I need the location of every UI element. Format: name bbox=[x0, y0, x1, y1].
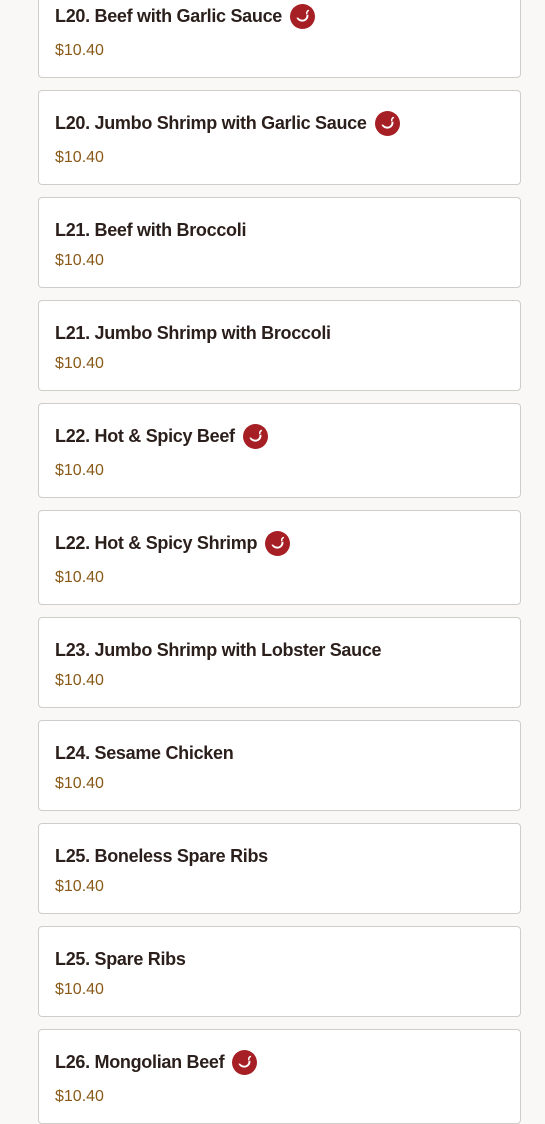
menu-item-price: $10.40 bbox=[55, 569, 104, 586]
menu-item-name: L21. Beef with Broccoli bbox=[55, 219, 247, 240]
menu-item-card[interactable]: L23. Jumbo Shrimp with Lobster Sauce $10… bbox=[38, 617, 521, 708]
menu-item-price: $10.40 bbox=[55, 355, 104, 372]
menu-item-price: $10.40 bbox=[55, 672, 104, 689]
menu-item-price: $10.40 bbox=[55, 775, 104, 792]
menu-item-list: L20. Beef with Garlic Sauce $10.40 L20. … bbox=[38, 0, 521, 1124]
menu-item-title-row: L21. Jumbo Shrimp with Broccoli bbox=[55, 318, 504, 348]
menu-item-card[interactable]: L25. Spare Ribs $10.40 bbox=[38, 926, 521, 1017]
menu-item-card[interactable]: L22. Hot & Spicy Shrimp $10.40 bbox=[38, 510, 521, 605]
menu-item-price: $10.40 bbox=[55, 981, 104, 998]
menu-item-card[interactable]: L21. Beef with Broccoli $10.40 bbox=[38, 197, 521, 288]
menu-item-name: L25. Boneless Spare Ribs bbox=[55, 845, 268, 866]
spicy-pepper-icon bbox=[242, 423, 268, 449]
menu-item-name: L25. Spare Ribs bbox=[55, 948, 186, 969]
menu-item-card[interactable]: L20. Beef with Garlic Sauce $10.40 bbox=[38, 0, 521, 78]
menu-item-card[interactable]: L22. Hot & Spicy Beef $10.40 bbox=[38, 403, 521, 498]
menu-item-name: L20. Beef with Garlic Sauce bbox=[55, 5, 282, 26]
menu-item-title-row: L21. Beef with Broccoli bbox=[55, 215, 504, 245]
menu-item-title-row: L25. Boneless Spare Ribs bbox=[55, 841, 504, 871]
menu-item-price: $10.40 bbox=[55, 149, 104, 166]
menu-item-title-row: L25. Spare Ribs bbox=[55, 944, 504, 974]
menu-item-name: L22. Hot & Spicy Shrimp bbox=[55, 532, 258, 553]
spicy-pepper-icon bbox=[290, 3, 315, 29]
menu-item-title-row: L20. Jumbo Shrimp with Garlic Sauce bbox=[55, 108, 504, 138]
menu-item-title-row: L23. Jumbo Shrimp with Lobster Sauce bbox=[55, 635, 504, 665]
menu-item-name: L24. Sesame Chicken bbox=[55, 742, 234, 763]
menu-item-title-row: L22. Hot & Spicy Beef bbox=[55, 421, 504, 451]
menu-item-name: L23. Jumbo Shrimp with Lobster Sauce bbox=[55, 639, 382, 660]
menu-item-title-row: L22. Hot & Spicy Shrimp bbox=[55, 528, 504, 558]
menu-item-price: $10.40 bbox=[55, 462, 104, 479]
menu-item-price: $10.40 bbox=[55, 252, 104, 269]
spicy-pepper-icon bbox=[374, 110, 400, 136]
menu-item-price: $10.40 bbox=[55, 878, 104, 895]
menu-item-card[interactable]: L24. Sesame Chicken $10.40 bbox=[38, 720, 521, 811]
spicy-pepper-icon bbox=[265, 530, 291, 556]
menu-item-title-row: L26. Mongolian Beef bbox=[55, 1047, 504, 1077]
menu-item-card[interactable]: L21. Jumbo Shrimp with Broccoli $10.40 bbox=[38, 300, 521, 391]
menu-item-card[interactable]: L20. Jumbo Shrimp with Garlic Sauce $10.… bbox=[38, 90, 521, 185]
spicy-pepper-icon bbox=[232, 1049, 258, 1075]
menu-item-title-row: L20. Beef with Garlic Sauce bbox=[55, 1, 504, 31]
menu-item-price: $10.40 bbox=[55, 1088, 104, 1105]
menu-item-title-row: L24. Sesame Chicken bbox=[55, 738, 504, 768]
menu-item-name: L22. Hot & Spicy Beef bbox=[55, 425, 235, 446]
menu-item-card[interactable]: L25. Boneless Spare Ribs $10.40 bbox=[38, 823, 521, 914]
menu-item-price: $10.40 bbox=[55, 42, 104, 59]
menu-item-card[interactable]: L26. Mongolian Beef $10.40 bbox=[38, 1029, 521, 1124]
menu-item-name: L26. Mongolian Beef bbox=[55, 1051, 225, 1072]
menu-item-name: L21. Jumbo Shrimp with Broccoli bbox=[55, 322, 331, 343]
menu-item-name: L20. Jumbo Shrimp with Garlic Sauce bbox=[55, 112, 367, 133]
